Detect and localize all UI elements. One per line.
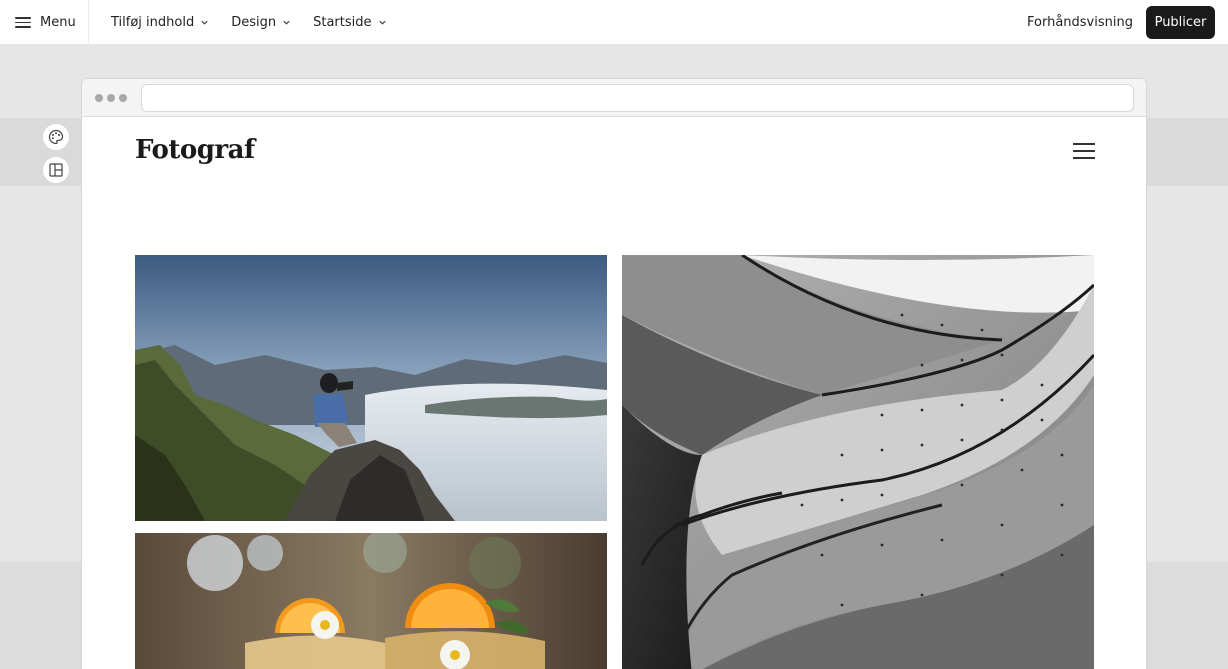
nav-startpage-label: Startside xyxy=(313,15,372,30)
chevron-down-icon xyxy=(201,20,208,25)
menu-button[interactable]: Menu xyxy=(0,0,89,45)
site-menu-icon[interactable] xyxy=(1073,143,1095,159)
gallery-image-drinks[interactable] xyxy=(135,533,607,669)
window-dots-icon xyxy=(95,94,127,102)
nav-add-content-label: Tilføj indhold xyxy=(111,15,195,30)
mountain-photo xyxy=(135,255,607,521)
address-bar xyxy=(141,84,1134,112)
chevron-down-icon xyxy=(283,20,290,25)
preview-button[interactable]: Forhåndsvisning xyxy=(1027,0,1133,45)
menu-label: Menu xyxy=(40,15,76,30)
nav-design[interactable]: Design xyxy=(231,15,291,30)
publish-button[interactable]: Publicer xyxy=(1146,6,1215,39)
chevron-down-icon xyxy=(378,20,386,25)
browser-chrome xyxy=(82,79,1146,117)
editor-nav: Tilføj indhold Design Startside xyxy=(111,0,409,45)
nav-design-label: Design xyxy=(231,15,277,30)
site-preview-frame: Fotograf xyxy=(81,78,1147,669)
nav-startpage[interactable]: Startside xyxy=(313,15,386,30)
layout-button[interactable] xyxy=(42,156,70,184)
layout-icon xyxy=(49,163,63,177)
site-logo[interactable]: Fotograf xyxy=(135,135,255,165)
design-palette-button[interactable] xyxy=(42,123,70,151)
drinks-photo xyxy=(135,533,607,669)
staircase-photo xyxy=(622,255,1094,669)
menu-icon xyxy=(15,17,31,28)
gallery-image-mountain[interactable] xyxy=(135,255,607,521)
gallery-image-staircase[interactable] xyxy=(622,255,1094,669)
palette-icon xyxy=(48,129,64,145)
editor-toolbar: Menu Tilføj indhold Design Startside For… xyxy=(0,0,1228,45)
nav-add-content[interactable]: Tilføj indhold xyxy=(111,15,209,30)
